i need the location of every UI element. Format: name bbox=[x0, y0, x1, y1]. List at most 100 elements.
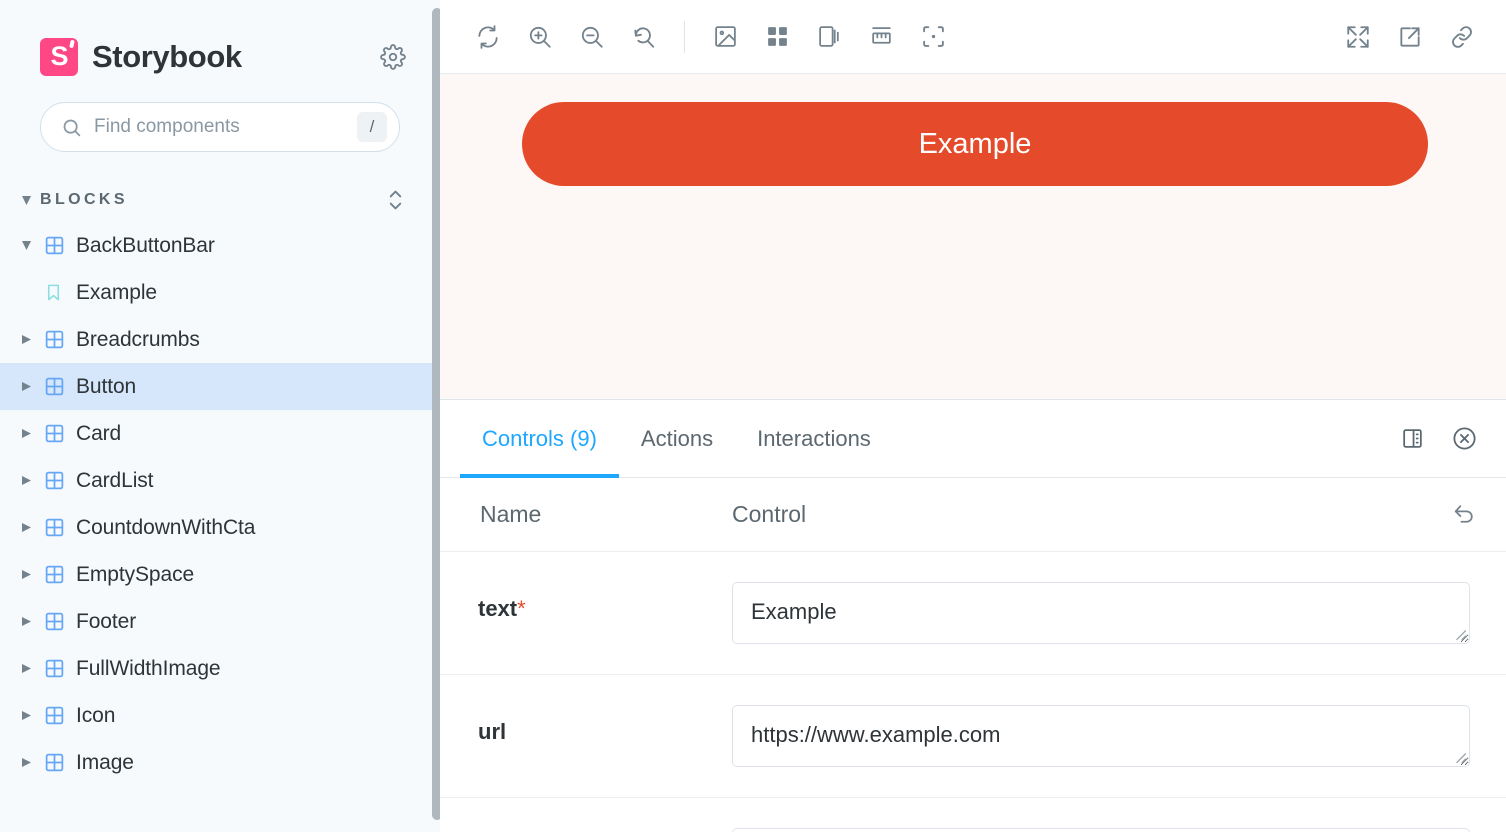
chevron-right-icon bbox=[18, 523, 34, 532]
sidebar-scrollbar[interactable] bbox=[432, 8, 440, 820]
tree-section-label: BLOCKS bbox=[40, 191, 128, 208]
tree-item-backbuttonbar[interactable]: BackButtonBar bbox=[0, 222, 440, 269]
tree-item-example-story[interactable]: Example bbox=[0, 269, 440, 316]
expand-all-icon[interactable] bbox=[387, 188, 404, 212]
sidebar: S Storybook / bbox=[0, 0, 440, 832]
copy-link-icon[interactable] bbox=[1436, 11, 1488, 63]
close-panel-icon[interactable] bbox=[1438, 400, 1490, 477]
grid-icon[interactable] bbox=[751, 11, 803, 63]
chevron-right-icon bbox=[18, 476, 34, 485]
tree-item-label: CountdownWithCta bbox=[76, 515, 256, 539]
zoom-reset-icon[interactable] bbox=[618, 11, 670, 63]
outline-icon[interactable] bbox=[907, 11, 959, 63]
measure-icon[interactable] bbox=[855, 11, 907, 63]
component-icon bbox=[44, 611, 66, 632]
search-container: / bbox=[0, 76, 440, 152]
tab-controls[interactable]: Controls (9) bbox=[460, 400, 619, 478]
tree-item-image[interactable]: Image bbox=[0, 739, 440, 786]
search-box[interactable]: / bbox=[40, 102, 400, 152]
gear-icon[interactable] bbox=[376, 40, 410, 74]
search-shortcut-badge: / bbox=[357, 112, 387, 142]
control-field-url bbox=[732, 705, 1470, 767]
zoom-out-icon[interactable] bbox=[566, 11, 618, 63]
addon-tabs-bar: Controls (9) Actions Interactions bbox=[440, 400, 1506, 478]
tree-item-label: Icon bbox=[76, 703, 116, 727]
component-icon bbox=[44, 329, 66, 350]
controls-table: Name Control text* url bbox=[440, 478, 1506, 832]
tree-item-label: EmptySpace bbox=[76, 562, 195, 586]
tabs-spacer bbox=[893, 400, 1386, 477]
chevron-right-icon bbox=[18, 711, 34, 720]
chevron-right-icon bbox=[18, 758, 34, 767]
story-bookmark-icon bbox=[44, 283, 66, 302]
viewport-icon[interactable] bbox=[803, 11, 855, 63]
component-icon bbox=[44, 705, 66, 726]
toolbar-separator bbox=[684, 20, 685, 53]
tree-item-label: CardList bbox=[76, 468, 154, 492]
tree-section-blocks[interactable]: BLOCKS bbox=[0, 178, 440, 222]
chevron-right-icon bbox=[18, 335, 34, 344]
tree-item-card[interactable]: Card bbox=[0, 410, 440, 457]
toolbar-addon-group bbox=[699, 11, 959, 63]
tree-item-label: Example bbox=[76, 280, 158, 304]
column-header-control: Control bbox=[732, 501, 807, 527]
tree-item-breadcrumbs[interactable]: Breadcrumbs bbox=[0, 316, 440, 363]
url-textarea[interactable] bbox=[732, 705, 1470, 767]
control-row-url: url bbox=[440, 675, 1506, 798]
chevron-right-icon bbox=[18, 429, 34, 438]
panel-position-icon[interactable] bbox=[1386, 400, 1438, 477]
component-icon bbox=[44, 423, 66, 444]
storybook-logo-letter: S bbox=[50, 40, 68, 71]
backgrounds-icon[interactable] bbox=[699, 11, 751, 63]
tree-item-label: Button bbox=[76, 374, 137, 398]
fullscreen-icon[interactable] bbox=[1332, 11, 1384, 63]
tree-item-countdownwithcta[interactable]: CountdownWithCta bbox=[0, 504, 440, 551]
component-icon bbox=[44, 658, 66, 679]
search-input[interactable] bbox=[94, 116, 345, 138]
component-icon bbox=[44, 470, 66, 491]
chevron-down-icon bbox=[18, 195, 34, 205]
control-field-text bbox=[732, 582, 1470, 644]
canvas-toolbar bbox=[440, 0, 1506, 74]
tab-interactions[interactable]: Interactions bbox=[735, 400, 893, 477]
search-icon bbox=[61, 117, 82, 138]
chevron-down-icon bbox=[18, 241, 34, 250]
tree-item-label: Breadcrumbs bbox=[76, 327, 200, 351]
main-area: Example Controls (9) Actions Interaction… bbox=[440, 0, 1506, 832]
tree-item-label: BackButtonBar bbox=[76, 233, 215, 257]
chevron-right-icon bbox=[18, 617, 34, 626]
variant-textarea[interactable] bbox=[732, 828, 1470, 832]
control-label: text bbox=[478, 596, 518, 621]
tree-item-label: FullWidthImage bbox=[76, 656, 221, 680]
example-button[interactable]: Example bbox=[522, 102, 1428, 186]
toolbar-left-group bbox=[462, 11, 670, 63]
open-new-tab-icon[interactable] bbox=[1384, 11, 1436, 63]
controls-table-header: Name Control bbox=[440, 478, 1506, 552]
control-row-text: text* bbox=[440, 552, 1506, 675]
tree-item-fullwidthimage[interactable]: FullWidthImage bbox=[0, 645, 440, 692]
tree-item-footer[interactable]: Footer bbox=[0, 598, 440, 645]
zoom-in-icon[interactable] bbox=[514, 11, 566, 63]
sidebar-header: S Storybook bbox=[0, 0, 440, 76]
column-header-name: Name bbox=[480, 501, 542, 527]
tree-item-label: Footer bbox=[76, 609, 137, 633]
storybook-app: S Storybook / bbox=[0, 0, 1506, 832]
app-title: Storybook bbox=[92, 39, 242, 74]
chevron-right-icon bbox=[18, 382, 34, 391]
brand-logo-link[interactable]: S Storybook bbox=[40, 38, 242, 76]
tree-item-label: Image bbox=[76, 750, 134, 774]
reset-controls-icon[interactable] bbox=[1442, 502, 1486, 527]
tree-item-emptyspace[interactable]: EmptySpace bbox=[0, 551, 440, 598]
tree-item-label: Card bbox=[76, 421, 122, 445]
tab-actions[interactable]: Actions bbox=[619, 400, 735, 477]
control-row-variant: variant* bbox=[440, 798, 1506, 832]
remount-icon[interactable] bbox=[462, 11, 514, 63]
chevron-right-icon bbox=[18, 664, 34, 673]
text-textarea[interactable] bbox=[732, 582, 1470, 644]
story-preview-canvas: Example bbox=[440, 74, 1506, 400]
tree-item-cardlist[interactable]: CardList bbox=[0, 457, 440, 504]
tree-item-icon[interactable]: Icon bbox=[0, 692, 440, 739]
control-name-url: url bbox=[440, 705, 732, 745]
tree-item-button[interactable]: Button bbox=[0, 363, 440, 410]
required-asterisk: * bbox=[517, 596, 526, 621]
